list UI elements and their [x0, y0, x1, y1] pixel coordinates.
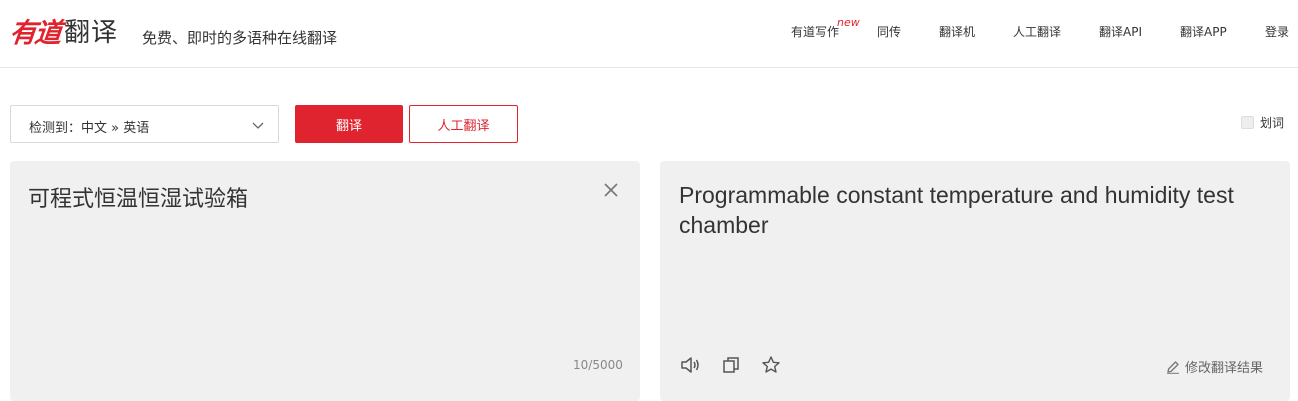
word-select-toggle[interactable]: 划词 [1241, 114, 1284, 130]
word-select-checkbox[interactable] [1241, 115, 1254, 129]
translation-text: Programmable constant temperature and hu… [679, 182, 1234, 238]
close-icon[interactable] [601, 180, 621, 200]
nav-item-translator-device[interactable]: 翻译机 [939, 23, 975, 40]
nav-item-login[interactable]: 登录 [1265, 23, 1289, 40]
nav-item-translate-app[interactable]: 翻译APP [1180, 23, 1227, 40]
chevron-down-icon [252, 122, 264, 129]
edit-translation-link[interactable]: 修改翻译结果 [1166, 357, 1263, 376]
language-select-label: 检测到：中文 » 英语 [29, 121, 150, 136]
speaker-icon[interactable] [680, 355, 700, 375]
language-select[interactable]: 检测到：中文 » 英语 [10, 105, 279, 143]
word-select-label: 划词 [1260, 115, 1285, 130]
top-nav: 有道写作 new 同传 翻译机 人工翻译 翻译API 翻译APP 登录 [0, 16, 1298, 41]
char-count: 10/5000 [573, 358, 623, 372]
source-text[interactable]: 可程式恒温恒湿试验箱 [28, 181, 248, 213]
nav-item-youdao-writing[interactable]: 有道写作 new [791, 16, 860, 40]
target-panel: Programmable constant temperature and hu… [660, 161, 1290, 401]
nav-item-human-translation[interactable]: 人工翻译 [1013, 23, 1061, 40]
pencil-icon [1167, 360, 1179, 374]
source-panel[interactable]: 可程式恒温恒湿试验箱 10/5000 [10, 161, 640, 401]
header: 有道 翻译 免费、即时的多语种在线翻译 有道写作 new 同传 翻译机 人工翻译… [0, 0, 1298, 68]
star-icon[interactable] [761, 355, 781, 375]
edit-translation-label: 修改翻译结果 [1185, 361, 1264, 376]
nav-item-translate-api[interactable]: 翻译API [1099, 23, 1142, 40]
human-translate-button[interactable]: 人工翻译 [409, 105, 518, 143]
nav-item-label: 有道写作 [791, 25, 840, 39]
nav-item-simultaneous[interactable]: 同传 [877, 23, 901, 40]
new-badge: new [837, 16, 860, 29]
translate-button[interactable]: 翻译 [295, 105, 403, 143]
copy-icon[interactable] [721, 355, 741, 375]
